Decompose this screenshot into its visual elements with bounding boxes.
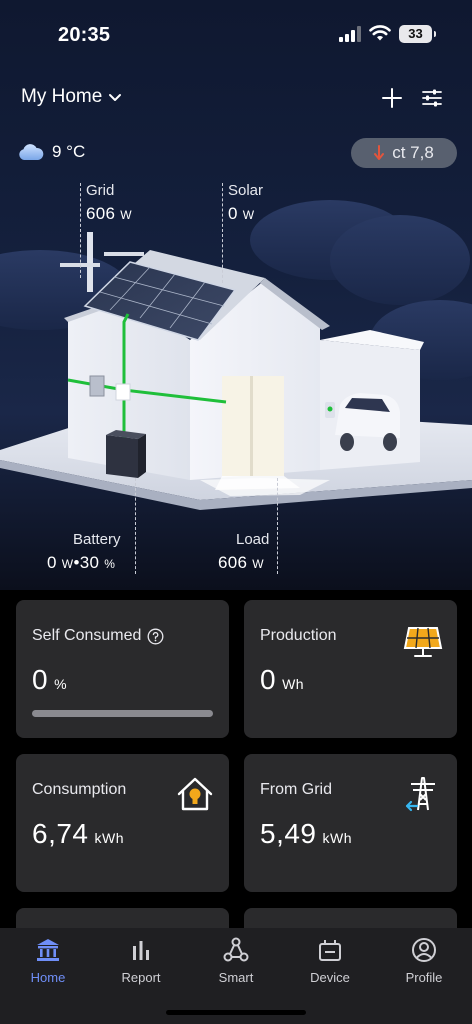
tab-device[interactable]: Device — [290, 936, 370, 985]
tab-report[interactable]: Report — [101, 936, 181, 985]
card-value: 6,74 kWh — [32, 818, 124, 849]
production-card[interactable]: Production 0 Wh — [244, 600, 457, 738]
weather-widget: 9 °C — [18, 142, 85, 162]
card-value: 5,49 kWh — [260, 818, 352, 849]
battery-value: 0 W•30 % — [47, 553, 116, 572]
hero-panel: 20:35 33 My Home 9 °C ct 7,8 Grid 606 W … — [0, 0, 472, 590]
card-title: Self Consumed — [32, 627, 164, 645]
status-bar: 20:35 33 — [0, 0, 472, 70]
consumption-card[interactable]: Consumption 6,74 kWh — [16, 754, 229, 892]
arrow-down-icon — [374, 145, 385, 160]
cloud-icon — [19, 144, 44, 160]
battery-indicator: 33 — [399, 25, 436, 43]
grid-label: Grid — [86, 182, 115, 199]
temperature: 9 °C — [52, 142, 86, 161]
price-value: ct 7,8 — [392, 143, 434, 162]
power-tower-icon — [405, 777, 435, 812]
home-selector[interactable]: My Home — [21, 86, 122, 108]
self-consumed-progress — [32, 710, 213, 717]
solar-value: 0 W — [228, 204, 255, 223]
card-value: 0% — [32, 664, 68, 695]
home-name: My Home — [21, 86, 103, 107]
solar-panel-icon — [403, 627, 443, 657]
solar-dashed-line — [222, 183, 223, 283]
wifi-icon — [369, 25, 391, 41]
cellular-signal-icon — [339, 26, 361, 42]
chevron-down-icon — [109, 94, 122, 101]
tab-smart[interactable]: Smart — [196, 936, 276, 985]
grid-dashed-line — [80, 183, 81, 278]
self-consumed-card[interactable]: Self Consumed 0% — [16, 600, 229, 738]
price-badge[interactable]: ct 7,8 — [351, 138, 457, 168]
profile-icon — [412, 938, 436, 962]
tab-profile[interactable]: Profile — [384, 936, 464, 985]
load-label: Load — [236, 531, 270, 548]
battery-dashed-line — [135, 478, 136, 574]
load-dashed-line — [277, 478, 278, 574]
bar-chart-icon — [133, 941, 149, 960]
status-time: 20:35 — [58, 24, 111, 46]
home-icon — [37, 939, 59, 961]
tab-home[interactable]: Home — [8, 936, 88, 985]
grid-value: 606 W — [86, 204, 132, 223]
home-indicator — [166, 1010, 306, 1015]
battery-label: Battery — [73, 531, 121, 548]
card-title: Consumption — [32, 781, 127, 798]
device-icon — [319, 940, 341, 961]
sliders-icon[interactable] — [420, 86, 444, 110]
load-value: 606 W — [218, 553, 264, 572]
house-illustration — [0, 200, 472, 510]
help-icon[interactable] — [147, 628, 164, 645]
from-grid-card[interactable]: From Grid 5,49 kWh — [244, 754, 457, 892]
card-value: 0 Wh — [260, 664, 305, 695]
house-bulb-icon — [177, 777, 213, 811]
bottom-tab-bar: Home Report Smart Device Profile — [0, 928, 472, 1024]
card-title: From Grid — [260, 781, 332, 798]
solar-label: Solar — [228, 182, 264, 199]
nodes-icon — [223, 937, 249, 962]
add-icon[interactable] — [380, 86, 404, 110]
card-title: Production — [260, 627, 337, 644]
